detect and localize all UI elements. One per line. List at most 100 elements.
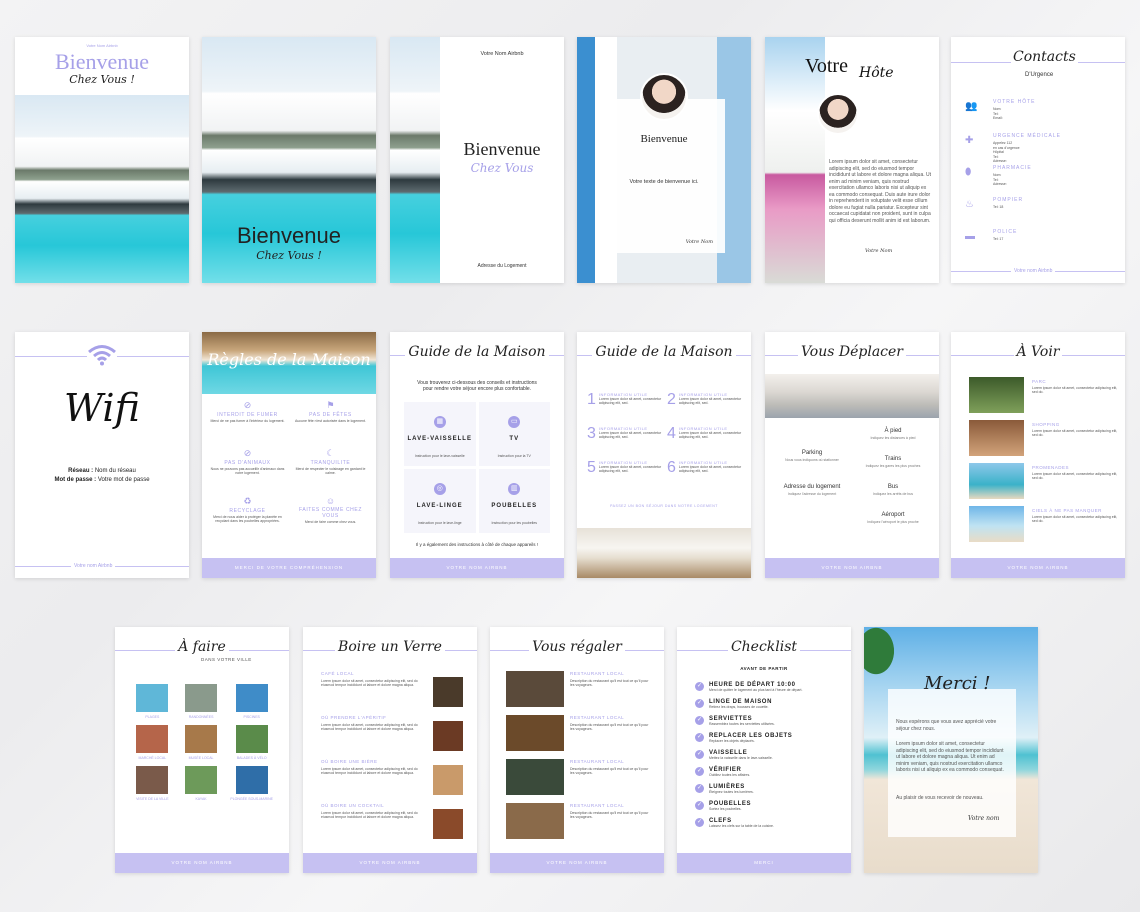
- title: Bienvenue: [54, 49, 150, 74]
- restaurant-label: RESTAURANT LOCAL: [570, 759, 625, 764]
- info-text: Lorem ipsum dolor sit amet, consectetur …: [598, 465, 662, 474]
- title-text: À Voir: [1013, 344, 1063, 360]
- bedroom-photo: [577, 528, 751, 578]
- restaurant-item: RESTAURANT LOCAL Description du restauran…: [506, 759, 652, 803]
- checklist-text: Sortez les poubelles.: [709, 807, 742, 811]
- rule-item: ♻ RECYCLAGE Merci de nous aider à protéger…: [208, 496, 287, 538]
- checklist: ✓ HEURE DE DÉPART 10:00 Merci de quitter l…: [695, 682, 841, 835]
- see-body: PARC Lorem ipsum dolor sit amet, consecte…: [1032, 377, 1119, 420]
- address: Adresse du Logement: [477, 263, 527, 269]
- transport-text: Indiquez l'aéroport le plus proche: [867, 520, 919, 524]
- see-item: CIELS À NE PAS MANQUER Lorem ipsum dolor …: [969, 506, 1119, 549]
- todo-label: KAYAK: [195, 797, 207, 801]
- appliance-icon: ▦: [433, 416, 446, 428]
- todo-item: PLAGES: [133, 684, 172, 719]
- transport-item: À pied Indiquez les distances à pied: [853, 428, 933, 440]
- appliance-text: Instruction pour les poubelles: [491, 521, 538, 525]
- see-photo: [969, 463, 1024, 499]
- palm-leaves: [864, 627, 904, 687]
- people-icon: 👥: [965, 101, 978, 112]
- transport-label: Parking: [801, 450, 823, 456]
- info-number: 4: [667, 425, 676, 442]
- footer: VOTRE NOM AIRBNB: [951, 558, 1125, 578]
- info-body: INFORMATION UTILE Lorem ipsum dolor sit a…: [599, 460, 663, 473]
- title: Contacts: [1011, 49, 1078, 65]
- todo-item: KAYAK: [182, 766, 221, 801]
- info-text: Lorem ipsum dolor sit amet, consectetur …: [678, 465, 742, 474]
- signature: Votre nom: [968, 815, 1000, 822]
- page-drinks: Boire un Verre CAFÉ LOCAL Lorem ipsum dol…: [303, 627, 477, 873]
- todo-photo: [185, 684, 218, 712]
- transport-label: Trains: [884, 456, 902, 462]
- todo-item: BALADES À VÉLO: [230, 725, 273, 760]
- todo-item: MARCHÉ LOCAL: [133, 725, 172, 760]
- title: Règles de la Maison: [207, 350, 371, 369]
- drink-photo: [433, 809, 463, 839]
- info-body: INFORMATION UTILE Lorem ipsum dolor sit a…: [679, 426, 743, 439]
- footer: MERCI DE VOTRE COMPRÉHENSION: [202, 558, 376, 578]
- rule-text: Merci de faire comme chez vous.: [304, 520, 357, 524]
- note: Il y a également des instructions à côté…: [415, 542, 539, 547]
- transport-label: Adresse du logement: [783, 484, 841, 490]
- check-icon: ✓: [695, 801, 704, 810]
- title-text: Guide de la Maison: [405, 344, 549, 360]
- restaurant-text: Description du restaurant qu'il est tout…: [570, 767, 649, 776]
- rule-icon: ⊘: [243, 448, 252, 458]
- transport-right: À pied Indiquez les distances à pied Train…: [853, 428, 933, 540]
- info-body: INFORMATION UTILE Lorem ipsum dolor sit a…: [599, 392, 663, 405]
- network-name: Nom du réseau: [94, 468, 136, 474]
- check-icon: ✓: [695, 767, 704, 776]
- page-cover-2: Bienvenue Chez Vous !: [202, 37, 376, 283]
- villa-photo: [15, 95, 189, 283]
- title: Wifi: [64, 386, 140, 430]
- title: Vous régaler: [490, 639, 664, 655]
- info-item: 4 INFORMATION UTILE Lorem ipsum dolor sit …: [667, 426, 743, 442]
- transport-text: Indiquez les distances à pied: [870, 436, 916, 440]
- see-label: PARC: [1032, 379, 1047, 384]
- contact-label: VOTRE HÔTE: [993, 99, 1036, 105]
- rule-label: PAS D'ANIMAUX: [224, 460, 271, 466]
- checklist-text: Retirez les draps, housses de couette.: [709, 705, 769, 709]
- info-text: Lorem ipsum dolor sit amet, consectetur …: [598, 431, 662, 440]
- restaurant-photo: [506, 671, 564, 707]
- restaurant-text: Description du restaurant qu'il est tout…: [570, 811, 649, 820]
- todo-label: RANDONNÉES: [188, 715, 214, 719]
- appliance-label: LAVE-VAISSELLE: [407, 436, 472, 442]
- title-text: Guide de la Maison: [592, 344, 736, 360]
- page-todo: À faire DANS VOTRE VILLE PLAGES RANDONNÉE…: [115, 627, 289, 873]
- info-item: 3 INFORMATION UTILE Lorem ipsum dolor sit …: [587, 426, 663, 442]
- todo-label: VISITE DE LA VILLE: [136, 797, 169, 801]
- checklist-item: ✓ POUBELLES Sortez les poubelles.: [695, 801, 841, 818]
- appliance-card: ▥ POUBELLES Instruction pour les poubelles: [478, 469, 550, 533]
- host-avatar: [640, 73, 688, 121]
- rule-icon: ⚑: [326, 400, 335, 410]
- subtitle: Chez Vous: [470, 161, 534, 175]
- contact-item: 👥 VOTRE HÔTE Nom: Tel: Email:: [965, 99, 1113, 121]
- transport-text: Indiquez les gares les plus proches: [865, 464, 921, 468]
- rule-item: ☾ TRANQUILITE Merci de respecter le voisin…: [291, 448, 370, 490]
- checklist-item: ✓ LINGE DE MAISON Retirez les draps, houss…: [695, 699, 841, 716]
- footer: VOTRE NOM AIRBNB: [115, 853, 289, 873]
- see-label: PROMENADES: [1032, 465, 1070, 470]
- rule-item: ⊘ INTERDIT DE FUMER Merci de ne pas fumer …: [208, 400, 287, 442]
- transport-item: Aéroport Indiquez l'aéroport le plus proc…: [853, 512, 933, 524]
- footer: VOTRE NOM AIRBNB: [390, 558, 564, 578]
- appliance-card: ◎ LAVE-LINGE Instruction pour le lave-ling…: [404, 469, 476, 533]
- see-item: SHOPPING Lorem ipsum dolor sit amet, cons…: [969, 420, 1119, 463]
- contact-lines: Nom: Tel: Email:: [993, 107, 1003, 120]
- appliances-grid: ▦ LAVE-VAISSELLE Instruction pour le lave-…: [404, 402, 550, 533]
- todo-photo: [235, 684, 268, 712]
- todo-label: PISCINES: [243, 715, 260, 719]
- title: Vous Déplacer: [765, 344, 939, 360]
- contact-item: ✚ URGENCE MÉDICALE Appelez 112 en cas d'ur…: [965, 133, 1113, 164]
- drink-text: Lorem ipsum dolor sit amet, consectetur …: [321, 811, 418, 820]
- restaurant-photo: [506, 803, 564, 839]
- drink-label: OÙ PRENDRE L'APÉRITIF: [321, 715, 387, 720]
- appliance-label: POUBELLES: [491, 503, 538, 509]
- title: À Voir: [951, 344, 1125, 360]
- drink-photo: [433, 721, 463, 751]
- page-cover-3: Votre Nom Airbnb Bienvenue Chez Vous Adr…: [390, 37, 564, 283]
- check-icon: ✓: [695, 716, 704, 725]
- drink-text: Lorem ipsum dolor sit amet, consectetur …: [321, 723, 418, 732]
- appliance-card: ▭ TV Instruction pour la TV: [478, 402, 550, 466]
